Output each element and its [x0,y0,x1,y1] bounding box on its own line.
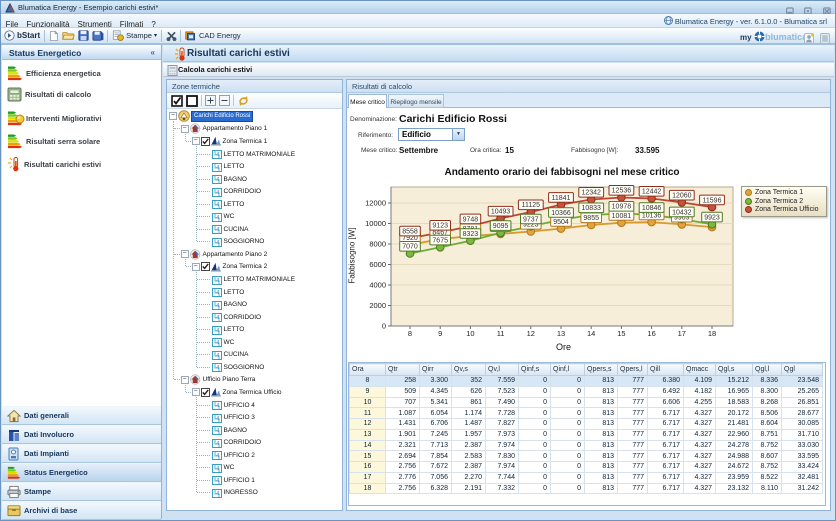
svg-text:14: 14 [587,329,595,338]
svg-text:4: 4 [216,340,219,346]
svg-text:11125: 11125 [522,202,541,209]
svg-text:4: 4 [216,328,219,334]
svg-text:0: 0 [382,322,386,331]
svg-text:4: 4 [216,227,219,233]
svg-text:10136: 10136 [642,212,662,219]
svg-text:4: 4 [216,453,219,459]
svg-text:10846: 10846 [642,205,662,212]
svg-text:17: 17 [678,329,686,338]
svg-text:4: 4 [216,240,219,246]
svg-text:4: 4 [216,428,219,434]
svg-text:18: 18 [708,329,716,338]
svg-text:12: 12 [527,329,535,338]
svg-text:10366: 10366 [551,210,571,217]
svg-text:4: 4 [216,416,219,422]
svg-text:8000: 8000 [369,240,386,249]
svg-text:4: 4 [216,165,219,171]
svg-text:4: 4 [216,441,219,447]
svg-text:11596: 11596 [703,197,722,204]
svg-text:9123: 9123 [432,223,448,230]
svg-text:4: 4 [216,491,219,497]
svg-text:4000: 4000 [369,281,386,290]
svg-text:10493: 10493 [491,209,511,216]
svg-text:4: 4 [216,290,219,296]
svg-text:10978: 10978 [612,204,632,211]
svg-text:10: 10 [466,329,474,338]
svg-text:12060: 12060 [672,193,692,200]
svg-text:12442: 12442 [642,189,662,196]
svg-text:11: 11 [497,329,505,338]
svg-text:9748: 9748 [463,216,479,223]
svg-text:12000: 12000 [365,199,386,208]
svg-text:8: 8 [408,329,412,338]
svg-text:15: 15 [617,329,625,338]
svg-text:4: 4 [216,190,219,196]
svg-text:7675: 7675 [432,238,448,245]
svg-text:4: 4 [216,315,219,321]
svg-text:8323: 8323 [463,231,479,238]
svg-text:4: 4 [216,215,219,221]
svg-text:9855: 9855 [583,215,599,222]
svg-text:4: 4 [216,278,219,284]
svg-text:10081: 10081 [612,213,632,220]
svg-text:4: 4 [216,353,219,359]
svg-text:4: 4 [216,466,219,472]
svg-text:9504: 9504 [553,219,569,226]
svg-text:10833: 10833 [581,205,601,212]
svg-text:4: 4 [216,152,219,158]
svg-text:10000: 10000 [365,219,386,228]
svg-text:4: 4 [216,403,219,409]
svg-text:4: 4 [216,202,219,208]
svg-text:12342: 12342 [581,190,601,197]
svg-text:2000: 2000 [369,301,386,310]
svg-text:9923: 9923 [704,215,720,222]
svg-text:4: 4 [216,177,219,183]
svg-text:9095: 9095 [493,223,509,230]
svg-text:10432: 10432 [672,209,692,216]
svg-text:9737: 9737 [523,216,539,223]
svg-text:13: 13 [557,329,565,338]
svg-text:4: 4 [216,365,219,371]
svg-text:7070: 7070 [402,244,418,251]
svg-text:12536: 12536 [612,188,632,195]
svg-text:6000: 6000 [369,260,386,269]
svg-text:11841: 11841 [552,195,571,202]
svg-text:9: 9 [438,329,442,338]
svg-text:16: 16 [647,329,655,338]
svg-text:8558: 8558 [402,229,418,236]
svg-text:4: 4 [216,478,219,484]
svg-text:4: 4 [216,303,219,309]
